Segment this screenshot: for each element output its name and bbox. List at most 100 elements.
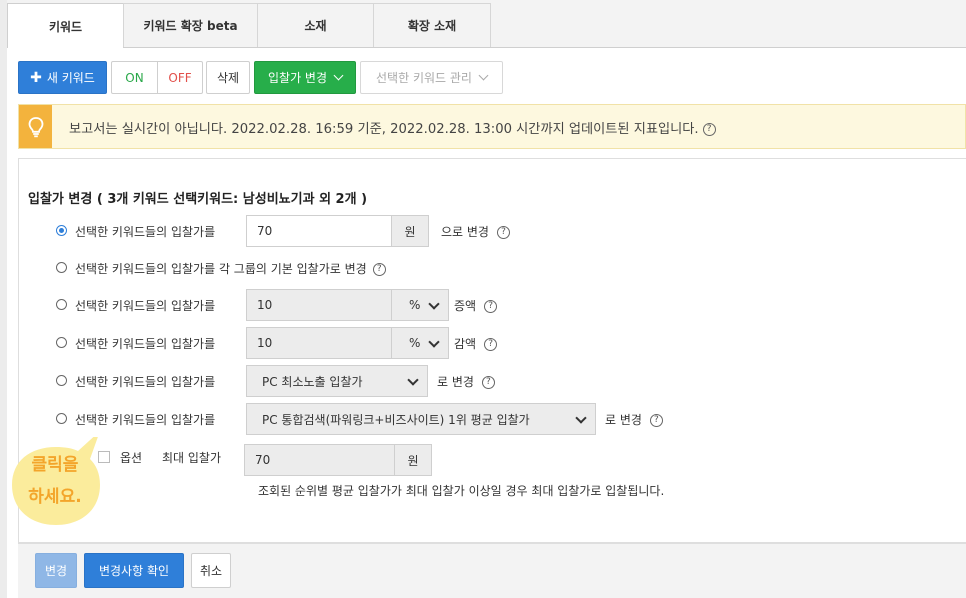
row-suffix-text: 로 변경 — [437, 375, 474, 389]
report-notice: 보고서는 실시간이 아닙니다. 2022.02.28. 16:59 기준, 20… — [18, 104, 966, 149]
row-label: 선택한 키워드들의 입찰가를 — [75, 375, 216, 389]
row-label: 선택한 키워드들의 입찰가를 — [75, 413, 216, 427]
tab-keyword-expand[interactable]: 키워드 확장 beta — [123, 3, 258, 47]
unit-won: 원 — [395, 444, 432, 476]
option-note: 조회된 순위별 평균 입찰가가 최대 입찰가 이상일 경우 최대 입찰가로 입찰… — [258, 484, 665, 498]
unit-label: 원 — [404, 224, 416, 239]
row-suffix-text: 로 변경 — [605, 413, 642, 427]
tab-creative[interactable]: 소재 — [257, 3, 374, 47]
keyword-manage-dropdown[interactable]: 선택한 키워드 관리 — [360, 61, 503, 94]
decrease-input[interactable]: 10 — [246, 327, 392, 359]
max-bid-label: 최대 입찰가 — [162, 451, 222, 465]
confirm-changes-button[interactable]: 변경사항 확인 — [84, 553, 184, 588]
tab-bar: 키워드 키워드 확장 beta 소재 확장 소재 — [7, 0, 966, 48]
bid-option-group-default[interactable]: 선택한 키워드들의 입찰가를 각 그룹의 기본 입찰가로 변경? — [56, 252, 656, 284]
change-button[interactable]: 변경 — [35, 553, 77, 588]
form-title: 입찰가 변경 ( 3개 키워드 선택키워드: 남성비뇨기과 외 2개 ) — [28, 192, 368, 207]
tab-label: 키워드 확장 beta — [143, 19, 238, 33]
row-suffix-text: 감액 — [454, 337, 477, 351]
plus-icon: ✚ — [30, 69, 42, 86]
unit-select-increase[interactable]: % — [392, 289, 449, 321]
confirm-changes-label: 변경사항 확인 — [98, 564, 170, 578]
help-icon[interactable]: ? — [496, 226, 510, 239]
tab-label: 소재 — [304, 19, 327, 33]
row-suffix: 증액? — [454, 297, 498, 314]
unit-label: % — [409, 298, 421, 312]
tab-keyword[interactable]: 키워드 — [7, 3, 124, 48]
row-suffix: 으로 변경? — [441, 223, 510, 240]
help-icon[interactable]: ? — [372, 263, 386, 276]
increase-value: 10 — [257, 298, 273, 312]
delete-button[interactable]: 삭제 — [206, 61, 250, 94]
unit-label: 원 — [407, 453, 419, 468]
decrease-value: 10 — [257, 336, 273, 350]
pc-min-select-value: PC 최소노출 입찰가 — [262, 374, 363, 389]
off-button[interactable]: OFF — [157, 61, 203, 94]
cancel-label: 취소 — [199, 564, 223, 578]
pc-min-select[interactable]: PC 최소노출 입찰가 — [246, 365, 428, 397]
chevron-down-icon — [428, 336, 440, 348]
keyword-manage-label: 선택한 키워드 관리 — [376, 71, 472, 85]
bid-option-increase[interactable]: 선택한 키워드들의 입찰가를 10 % 증액? — [56, 289, 656, 321]
row-label-wrap: 선택한 키워드들의 입찰가를 각 그룹의 기본 입찰가로 변경? — [75, 260, 386, 277]
row-label: 선택한 키워드들의 입찰가를 — [75, 299, 216, 313]
row-suffix-text: 각 그룹의 기본 입찰가로 변경 — [218, 262, 367, 276]
radio-pc-rank[interactable] — [56, 413, 67, 424]
chevron-down-icon — [428, 298, 440, 310]
help-icon[interactable]: ? — [702, 122, 716, 136]
click-here-callout: 클릭을 하세요. — [6, 437, 106, 530]
radio-group-default[interactable] — [56, 262, 67, 273]
row-label: 선택한 키워드들의 입찰가를 — [75, 337, 216, 351]
bid-amount-value: 70 — [257, 224, 273, 238]
notice-text-wrap: 보고서는 실시간이 아닙니다. 2022.02.28. 16:59 기준, 20… — [69, 118, 716, 137]
option-label: 옵션 — [120, 451, 143, 465]
off-label: OFF — [168, 70, 192, 85]
row-suffix: 로 변경? — [605, 411, 663, 428]
radio-decrease[interactable] — [56, 337, 67, 348]
bid-change-dropdown[interactable]: 입찰가 변경 — [254, 61, 356, 94]
on-label: ON — [125, 70, 144, 85]
notice-icon-box — [19, 105, 52, 148]
row-suffix: 로 변경? — [437, 373, 495, 390]
radio-increase[interactable] — [56, 299, 67, 310]
pc-rank-select-value: PC 통합검색(파워링크+비즈사이트) 1위 평균 입찰가 — [262, 412, 530, 427]
help-icon[interactable]: ? — [649, 414, 663, 427]
unit-select-decrease[interactable]: % — [392, 327, 449, 359]
row-suffix-text: 으로 변경 — [441, 225, 489, 239]
callout-line-2: 하세요. — [28, 487, 82, 507]
new-keyword-label: 새 키워드 — [46, 71, 95, 85]
bid-option-decrease[interactable]: 선택한 키워드들의 입찰가를 10 % 감액? — [56, 327, 656, 359]
tab-label: 키워드 — [48, 19, 83, 34]
bid-option-pc-rank[interactable]: 선택한 키워드들의 입찰가를 PC 통합검색(파워링크+비즈사이트) 1위 평균… — [56, 403, 736, 435]
tab-extension-creative[interactable]: 확장 소재 — [373, 3, 491, 47]
main-panel: ✚ 새 키워드 ON OFF 삭제 입찰가 변경 선택한 키워드 관리 보고서는… — [7, 48, 966, 598]
max-bid-value: 70 — [255, 453, 271, 467]
notice-text: 보고서는 실시간이 아닙니다. 2022.02.28. 16:59 기준, 20… — [69, 122, 699, 137]
increase-input[interactable]: 10 — [246, 289, 392, 321]
row-suffix: 감액? — [454, 335, 498, 352]
cancel-button[interactable]: 취소 — [191, 553, 231, 588]
new-keyword-button[interactable]: ✚ 새 키워드 — [18, 61, 107, 94]
help-icon[interactable]: ? — [481, 376, 495, 389]
delete-label: 삭제 — [216, 71, 240, 85]
chevron-down-icon — [575, 412, 587, 424]
unit-label: % — [409, 336, 421, 350]
bid-amount-input[interactable]: 70 — [246, 215, 392, 247]
row-label: 선택한 키워드들의 입찰가를 — [75, 225, 216, 239]
radio-fixed[interactable] — [56, 225, 67, 236]
help-icon[interactable]: ? — [484, 338, 498, 351]
pc-rank-select[interactable]: PC 통합검색(파워링크+비즈사이트) 1위 평균 입찰가 — [246, 403, 596, 435]
form-footer: 변경 변경사항 확인 취소 — [18, 543, 966, 598]
change-label: 변경 — [44, 564, 68, 578]
on-button[interactable]: ON — [111, 61, 158, 94]
bid-option-pc-min[interactable]: 선택한 키워드들의 입찰가를 PC 최소노출 입찰가 로 변경? — [56, 365, 656, 397]
radio-pc-min[interactable] — [56, 375, 67, 386]
tab-label: 확장 소재 — [407, 19, 457, 33]
help-icon[interactable]: ? — [484, 300, 498, 313]
bid-option-fixed[interactable]: 선택한 키워드들의 입찰가를 70 원 으로 변경? — [56, 215, 656, 247]
row-suffix-text: 증액 — [454, 299, 477, 313]
callout-line-1: 클릭을 — [31, 455, 79, 475]
bid-change-label: 입찰가 변경 — [267, 71, 327, 85]
unit-won: 원 — [392, 215, 429, 247]
max-bid-input[interactable]: 70 — [244, 444, 395, 476]
